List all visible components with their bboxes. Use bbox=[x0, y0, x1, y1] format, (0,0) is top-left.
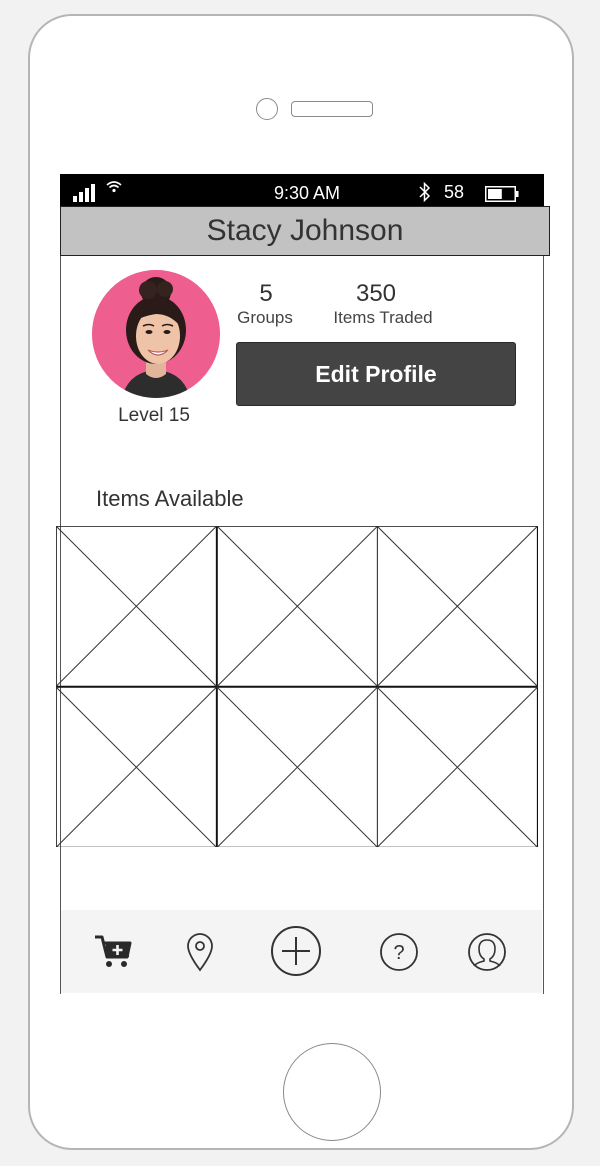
status-bar: 9:30 AM 58 bbox=[60, 174, 544, 206]
wifi-icon bbox=[106, 181, 122, 193]
edit-profile-button[interactable]: Edit Profile bbox=[236, 342, 516, 406]
battery-icon bbox=[485, 186, 519, 202]
page-title: Stacy Johnson bbox=[206, 214, 404, 247]
location-pin-icon[interactable] bbox=[185, 932, 215, 972]
earpiece-speaker bbox=[291, 101, 373, 117]
item-placeholder[interactable] bbox=[377, 526, 538, 687]
status-time: 9:30 AM bbox=[274, 183, 341, 203]
item-placeholder[interactable] bbox=[217, 687, 378, 848]
user-profile-icon[interactable] bbox=[467, 932, 507, 972]
user-level: Level 15 bbox=[118, 405, 190, 426]
home-button[interactable] bbox=[283, 1043, 381, 1141]
items-available-heading: Items Available bbox=[96, 486, 244, 511]
battery-percent: 58 bbox=[444, 182, 465, 202]
bottom-tab-bar: ? bbox=[61, 910, 542, 993]
signal-bars-icon bbox=[73, 184, 97, 202]
items-traded-count: 350 bbox=[355, 280, 397, 307]
items-traded-label: Items Traded bbox=[333, 308, 433, 327]
front-camera bbox=[256, 98, 278, 120]
avatar bbox=[92, 270, 220, 398]
item-placeholder[interactable] bbox=[217, 526, 378, 687]
groups-label: Groups bbox=[237, 308, 293, 327]
item-placeholder[interactable] bbox=[56, 687, 217, 848]
plus-circle-icon[interactable] bbox=[270, 925, 322, 977]
profile-header: Stacy Johnson bbox=[60, 206, 550, 256]
item-placeholder[interactable] bbox=[56, 526, 217, 687]
items-grid bbox=[56, 526, 538, 847]
bluetooth-icon bbox=[419, 181, 431, 203]
svg-text:?: ? bbox=[393, 942, 404, 964]
cart-add-icon[interactable] bbox=[93, 933, 133, 969]
groups-count: 5 bbox=[259, 280, 273, 307]
help-icon[interactable]: ? bbox=[379, 932, 419, 972]
avatar-photo bbox=[92, 270, 220, 398]
item-placeholder[interactable] bbox=[377, 687, 538, 848]
